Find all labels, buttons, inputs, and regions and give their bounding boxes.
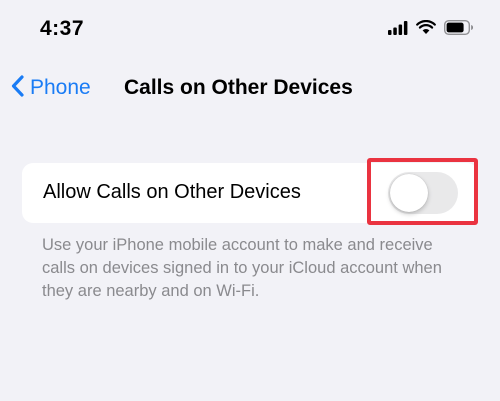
status-time: 4:37 [40,17,85,40]
back-button-label: Phone [30,76,91,99]
chevron-left-icon [10,74,26,103]
wifi-icon [416,19,436,40]
status-bar: 4:37 [0,0,500,60]
navigation-bar: Phone Calls on Other Devices [0,66,500,110]
toggle-knob [390,174,428,212]
allow-calls-label: Allow Calls on Other Devices [43,181,301,203]
cellular-signal-icon [388,20,408,40]
back-button[interactable]: Phone [10,72,91,104]
battery-icon [443,19,474,40]
setting-description: Use your iPhone mobile account to make a… [42,236,442,300]
status-icons [388,19,474,41]
page-title: Calls on Other Devices [124,76,353,99]
allow-calls-toggle[interactable] [388,172,458,214]
